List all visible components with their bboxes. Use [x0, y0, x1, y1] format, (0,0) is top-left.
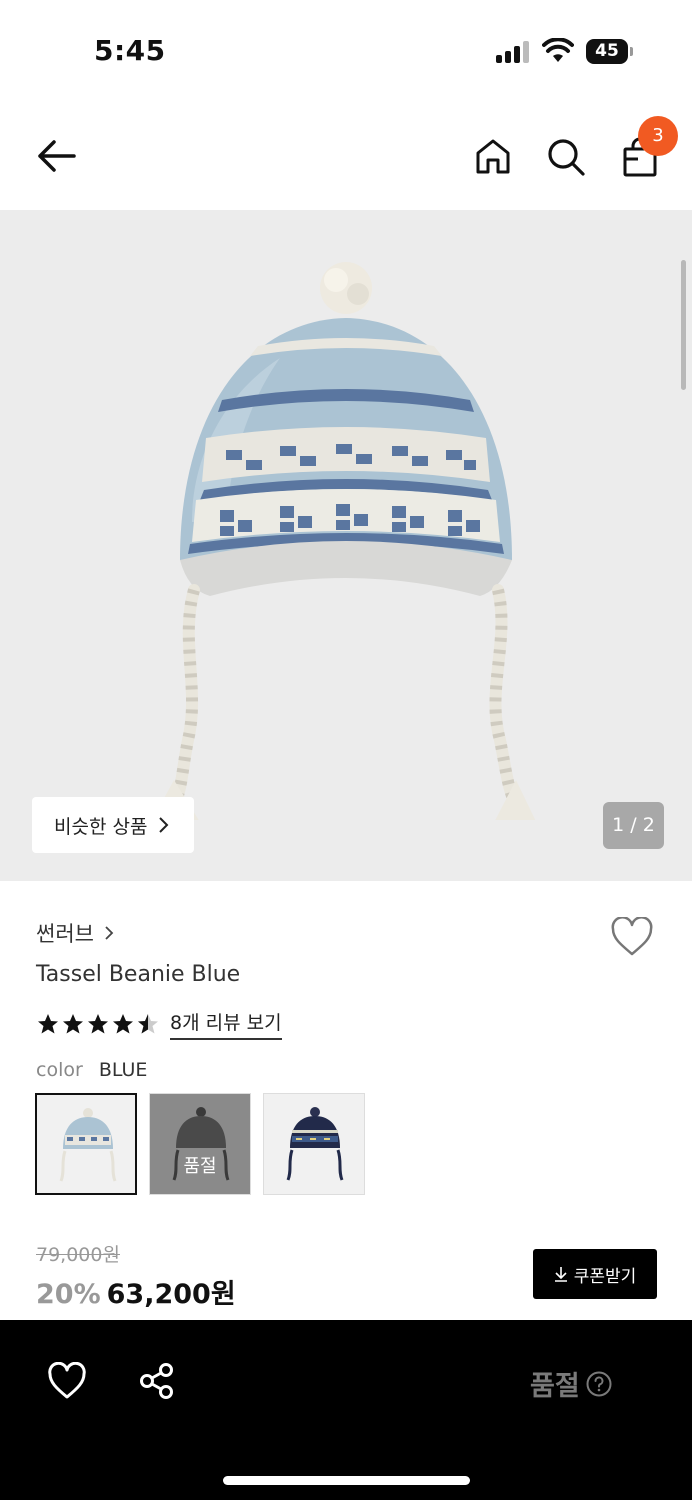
battery-level: 45	[586, 39, 628, 64]
sale-price: 63,200원	[106, 1279, 236, 1310]
swatch-charcoal[interactable]: 품절	[149, 1093, 251, 1195]
brand-name: 썬러브	[36, 922, 94, 946]
brand-link[interactable]: 썬러브	[36, 918, 114, 948]
price-row: 20% 63,200원	[36, 1272, 236, 1311]
color-value: BLUE	[98, 1059, 148, 1081]
cart-count-badge: 3	[638, 116, 678, 156]
coupon-label: 쿠폰받기	[573, 1266, 637, 1287]
home-icon[interactable]	[474, 137, 512, 175]
home-indicator	[223, 1476, 470, 1485]
star-icon	[88, 1014, 108, 1034]
color-row: color BLUE	[36, 1059, 147, 1081]
sold-out-status: 품절	[530, 1364, 612, 1403]
star-icon	[113, 1014, 133, 1034]
back-arrow-icon[interactable]	[34, 136, 78, 176]
chevron-right-icon	[159, 817, 169, 833]
navy-beanie-thumbnail	[286, 1107, 344, 1181]
search-icon[interactable]	[546, 137, 586, 177]
star-icon	[38, 1014, 58, 1034]
help-circle-icon[interactable]	[586, 1371, 612, 1397]
swatch-blue[interactable]	[35, 1093, 137, 1195]
star-rating	[36, 1012, 160, 1036]
wishlist-heart-icon[interactable]	[47, 1362, 87, 1400]
similar-products-button[interactable]: 비슷한 상품	[32, 797, 194, 853]
status-time: 5:45	[94, 34, 166, 67]
color-label: color	[36, 1059, 83, 1081]
image-page-indicator: 1 / 2	[603, 802, 664, 849]
bottom-action-bar: 품절	[0, 1320, 692, 1500]
scroll-indicator	[681, 260, 686, 390]
status-bar: 5:45 45	[0, 0, 692, 100]
color-swatches: 품절	[35, 1093, 365, 1195]
share-icon[interactable]	[138, 1362, 176, 1400]
nav-bar: 3	[0, 100, 692, 210]
wishlist-heart-icon[interactable]	[610, 917, 654, 957]
sold-out-label: 품절	[530, 1371, 580, 1402]
swatch-sold-out-label: 품절	[183, 1156, 217, 1177]
download-icon	[554, 1267, 567, 1282]
cellular-signal-icon	[496, 41, 530, 63]
discount-rate: 20%	[36, 1279, 101, 1310]
coupon-button[interactable]: 쿠폰받기	[533, 1249, 657, 1299]
rating-row: 8개 리뷰 보기	[36, 1008, 282, 1040]
blue-beanie-thumbnail	[59, 1108, 117, 1182]
swatch-navy[interactable]	[263, 1093, 365, 1195]
review-link[interactable]: 8개 리뷰 보기	[170, 1008, 282, 1040]
battery-icon: 45	[586, 39, 633, 64]
product-name: Tassel Beanie Blue	[36, 962, 241, 987]
wifi-icon	[542, 38, 574, 62]
star-icon	[63, 1014, 83, 1034]
half-star-icon	[138, 1014, 158, 1034]
original-price: 79,000원	[36, 1244, 120, 1266]
product-image	[152, 262, 536, 820]
product-image-carousel[interactable]: 비슷한 상품 1 / 2	[0, 210, 692, 881]
similar-products-label: 비슷한 상품	[54, 815, 148, 838]
chevron-right-icon	[105, 926, 114, 940]
